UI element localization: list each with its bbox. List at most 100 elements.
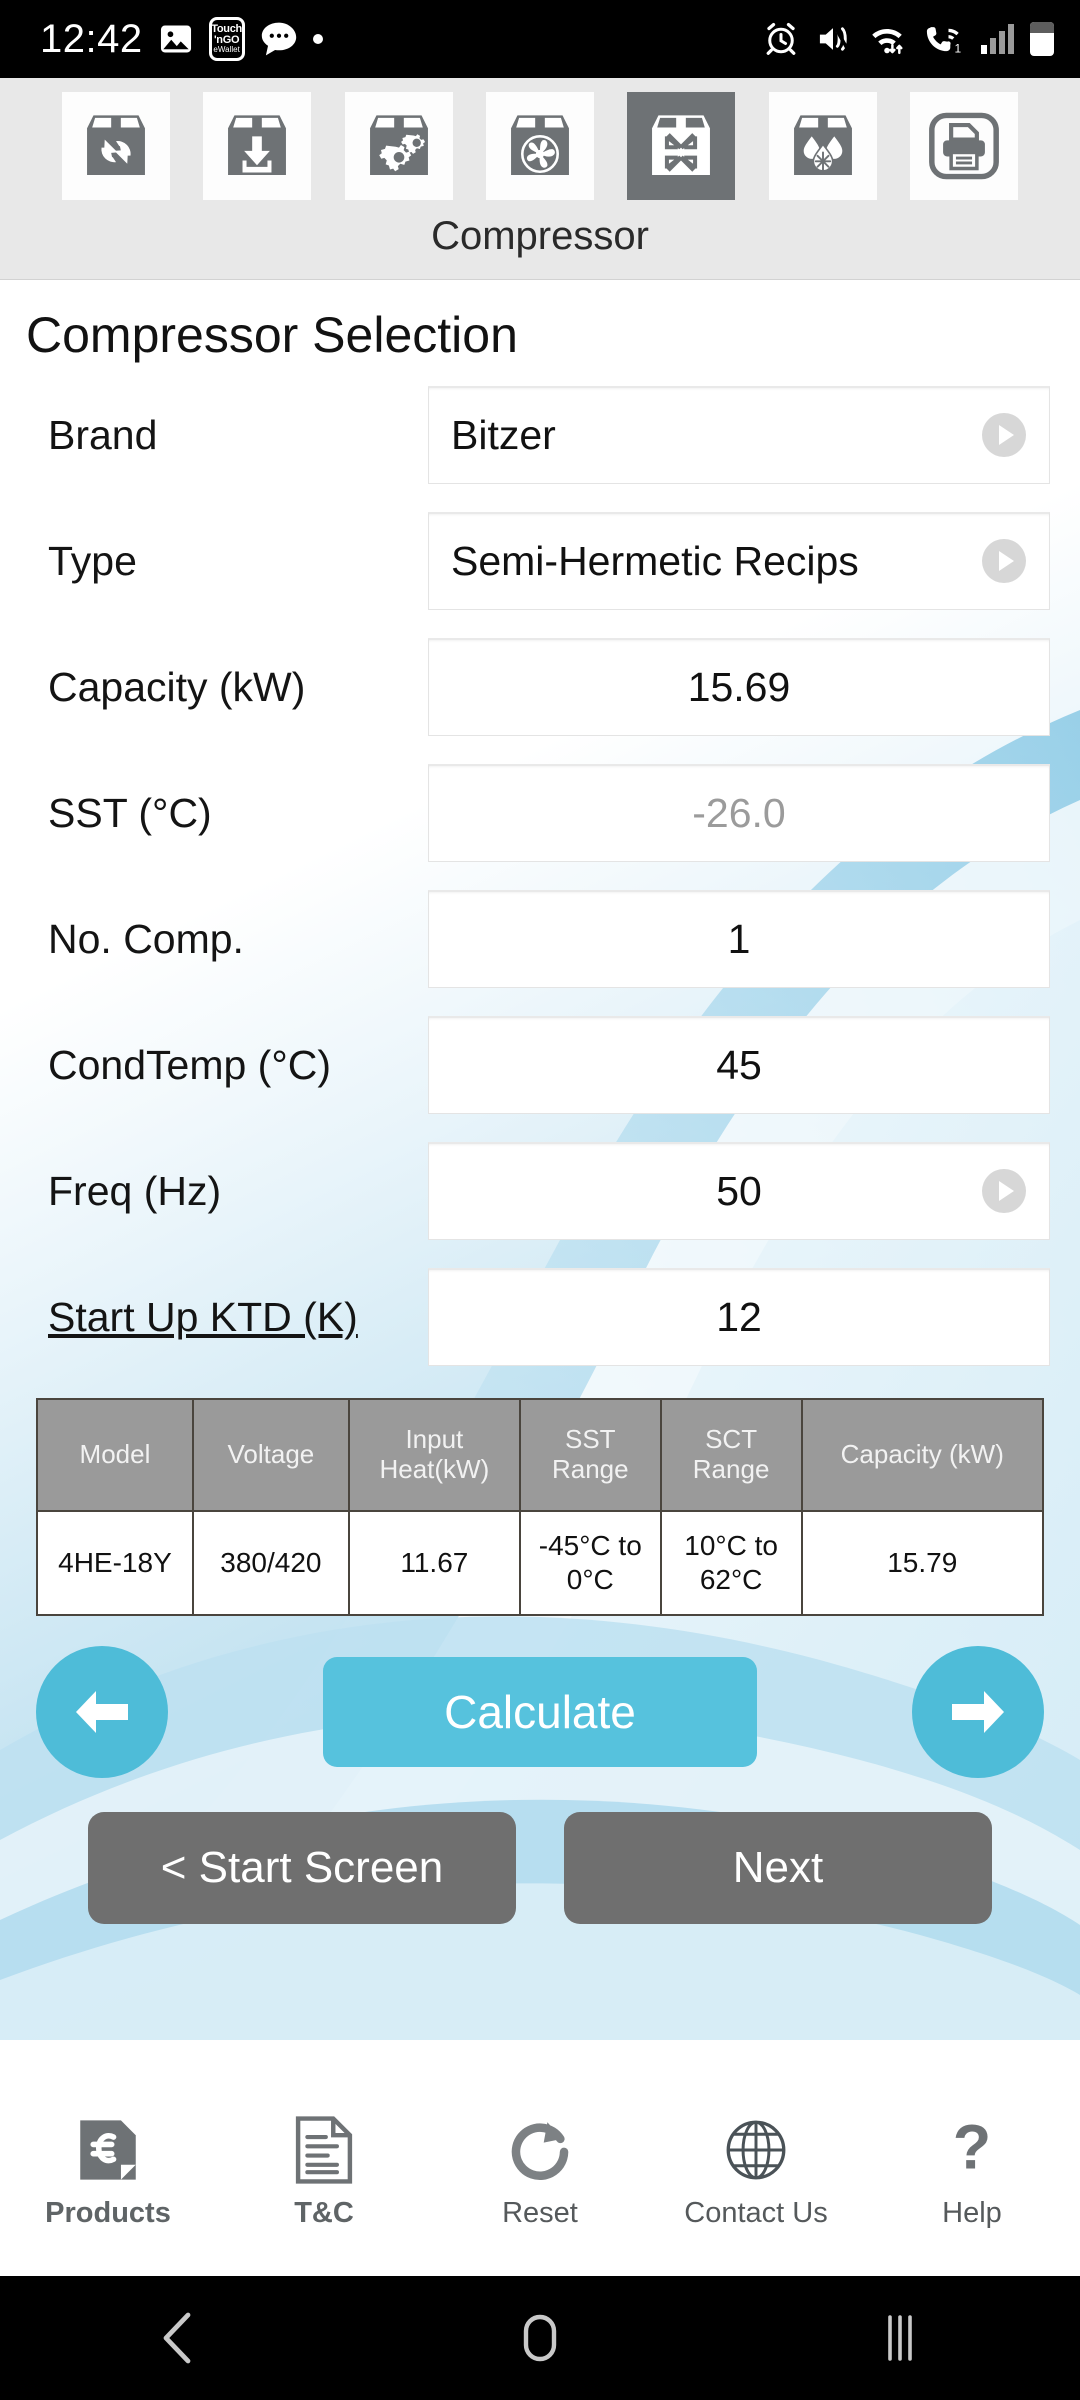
wifi-calling-icon: 1 — [926, 27, 962, 56]
cell-sst-l1: -45°C to — [538, 1530, 642, 1562]
calculate-button-label: Calculate — [444, 1686, 636, 1738]
tab-products[interactable]: Products — [0, 2066, 216, 2276]
touch-n-go-wallet-icon: Touch 'nGO eWallet — [208, 17, 245, 61]
battery-icon — [1030, 22, 1054, 56]
label-type: Type — [48, 537, 137, 584]
field-start-up-ktd-wrap[interactable]: 12 — [428, 1268, 1050, 1366]
form-row-start-up-ktd: Start Up KTD (K) 12 — [0, 1254, 1080, 1380]
signal-bars-icon — [981, 24, 1014, 54]
field-sst-wrap[interactable]: -26.0 — [428, 764, 1050, 862]
field-sst[interactable]: -26.0 — [428, 764, 1050, 862]
results-table-wrap: Model Voltage Input Heat(kW) SST Range S… — [0, 1380, 1080, 1616]
wallet-line3: eWallet — [213, 45, 240, 54]
col-header-sst-l2: Range — [551, 1454, 629, 1484]
tab-reset-label: Reset — [502, 2196, 578, 2229]
cell-sct-l2: 62°C — [699, 1564, 763, 1595]
box-gears-icon-button[interactable] — [344, 92, 453, 200]
home-icon — [523, 2314, 557, 2362]
box-droplets-icon-button[interactable] — [768, 92, 877, 200]
next-arrow-icon — [952, 1691, 1004, 1733]
field-capacity[interactable]: 15.69 — [428, 638, 1050, 736]
results-table-head: Model Voltage Input Heat(kW) SST Range S… — [36, 1398, 1045, 1512]
form-row-type: Type Semi-Hermetic Recips — [0, 498, 1080, 624]
chevron-right-icon[interactable] — [982, 413, 1026, 457]
calculate-button[interactable]: Calculate — [323, 1657, 757, 1767]
field-freq[interactable]: 50 — [428, 1142, 1050, 1240]
photos-icon — [160, 25, 191, 53]
results-table: Model Voltage Input Heat(kW) SST Range S… — [36, 1398, 1045, 1616]
field-capacity-value: 15.69 — [687, 664, 791, 710]
col-header-capacity: Capacity (kW) — [800, 1398, 1045, 1512]
tab-tc-label: T&C — [294, 2196, 354, 2229]
tab-reset[interactable]: Reset — [432, 2066, 648, 2276]
next-button-label: Next — [732, 1843, 824, 1892]
label-capacity: Capacity (kW) — [48, 663, 306, 710]
nav-home-button[interactable] — [440, 2276, 640, 2400]
cell-sct-l1: 10°C to — [684, 1530, 778, 1562]
app-toolbar: Compressor — [0, 78, 1080, 280]
field-start-up-ktd-value: 12 — [716, 1294, 762, 1340]
field-freq-wrap[interactable]: 50 — [428, 1142, 1050, 1240]
chevron-right-icon[interactable] — [982, 539, 1026, 583]
messages-icon — [261, 22, 296, 56]
tab-contact-us-label: Contact Us — [684, 2196, 828, 2229]
box-download-icon — [228, 115, 287, 175]
form-row-capacity: Capacity (kW) 15.69 — [0, 624, 1080, 750]
label-cond-temp: CondTemp (°C) — [48, 1041, 331, 1088]
question-mark-icon: ? — [953, 2113, 991, 2183]
chevron-right-icon[interactable] — [982, 1169, 1026, 1213]
col-header-input-heat-l1: Input — [405, 1424, 464, 1455]
tab-tc[interactable]: T&C — [216, 2066, 432, 2276]
tab-products-label: Products — [45, 2196, 171, 2229]
nav-back-button[interactable] — [80, 2276, 280, 2400]
table-header-row: Model Voltage Input Heat(kW) SST Range S… — [36, 1398, 1045, 1512]
field-cond-temp-wrap[interactable]: 45 — [428, 1016, 1050, 1114]
box-fan-icon-button[interactable] — [485, 92, 594, 200]
form-row-no-comp: No. Comp. 1 — [0, 876, 1080, 1002]
document-icon — [295, 2115, 353, 2184]
start-screen-button[interactable]: < Start Screen — [88, 1812, 516, 1924]
action-row: Calculate — [0, 1616, 1080, 1778]
next-arrow-button[interactable] — [912, 1646, 1044, 1778]
label-freq: Freq (Hz) — [48, 1167, 222, 1214]
results-table-body: 4HE-18Y 380/420 11.67 -45°C to 0°C 10°C … — [36, 1510, 1045, 1616]
field-start-up-ktd[interactable]: 12 — [428, 1268, 1050, 1366]
field-cond-temp[interactable]: 45 — [428, 1016, 1050, 1114]
main-content: Compressor Selection Brand Bitzer Type S… — [0, 280, 1080, 2276]
table-row[interactable]: 4HE-18Y 380/420 11.67 -45°C to 0°C 10°C … — [36, 1510, 1045, 1616]
tab-help[interactable]: ? Help — [864, 2066, 1080, 2276]
field-type-value: Semi-Hermetic Recips — [451, 538, 859, 584]
box-cycle-icon-button[interactable] — [62, 92, 170, 200]
field-brand[interactable]: Bitzer — [428, 386, 1050, 484]
reset-circular-arrow-icon — [511, 2121, 569, 2180]
col-header-sct-range: SCT Range — [659, 1398, 803, 1512]
box-download-icon-button[interactable] — [203, 92, 312, 200]
field-type[interactable]: Semi-Hermetic Recips — [428, 512, 1050, 610]
back-icon — [163, 2312, 191, 2364]
form-row-brand: Brand Bitzer — [0, 372, 1080, 498]
field-no-comp[interactable]: 1 — [428, 890, 1050, 988]
field-no-comp-wrap[interactable]: 1 — [428, 890, 1050, 988]
status-bar-right: 1 — [763, 21, 1054, 57]
next-button[interactable]: Next — [564, 1812, 992, 1924]
field-no-comp-value: 1 — [727, 916, 751, 962]
col-header-input-heat: Input Heat(kW) — [347, 1398, 521, 1512]
cell-voltage: 380/420 — [191, 1510, 350, 1616]
field-brand-wrap[interactable]: Bitzer — [428, 386, 1050, 484]
android-nav-bar — [0, 2276, 1080, 2400]
prev-button[interactable] — [36, 1646, 168, 1778]
col-header-input-heat-l2: Heat(kW) — [379, 1454, 490, 1484]
field-type-wrap[interactable]: Semi-Hermetic Recips — [428, 512, 1050, 610]
box-compress-icon — [652, 115, 711, 175]
toolbar-title: Compressor — [431, 214, 649, 258]
col-header-sst-range: SST Range — [518, 1398, 662, 1512]
field-sst-value: -26.0 — [692, 790, 786, 836]
nav-recents-button[interactable] — [800, 2276, 1000, 2400]
col-header-sct-l1: SCT — [705, 1424, 758, 1455]
cell-sct-range: 10°C to 62°C — [659, 1510, 803, 1616]
field-capacity-wrap[interactable]: 15.69 — [428, 638, 1050, 736]
box-compress-icon-button[interactable] — [627, 92, 736, 200]
field-freq-value: 50 — [716, 1168, 762, 1214]
printer-icon-button[interactable] — [909, 92, 1018, 200]
tab-contact-us[interactable]: Contact Us — [648, 2066, 864, 2276]
